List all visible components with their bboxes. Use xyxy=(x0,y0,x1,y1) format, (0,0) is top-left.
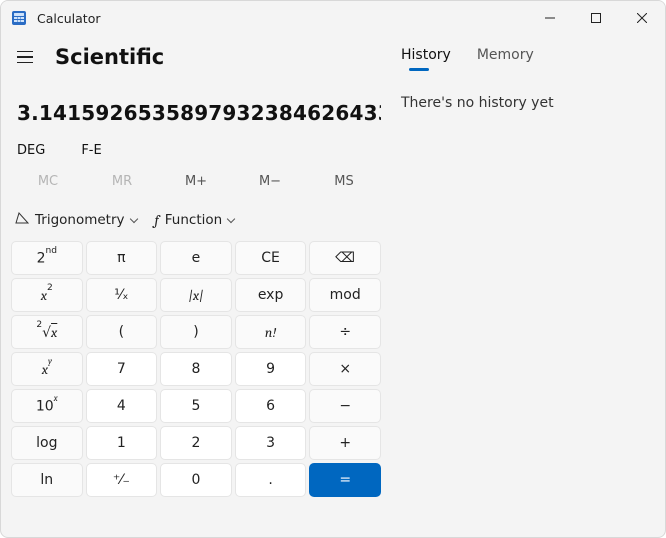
memory-recall-button[interactable]: MR xyxy=(85,168,159,195)
digit-8-button[interactable]: 8 xyxy=(160,352,232,386)
digit-2-button[interactable]: 2 xyxy=(160,426,232,460)
angle-row: DEG F-E xyxy=(11,135,381,158)
close-paren-button[interactable]: ) xyxy=(160,315,232,349)
tab-memory[interactable]: Memory xyxy=(477,47,534,69)
tabs: History Memory xyxy=(401,47,647,69)
digit-3-button[interactable]: 3 xyxy=(235,426,307,460)
window-controls xyxy=(527,1,665,35)
left-pane: Scientific 3.141592653589793238462643383… xyxy=(1,35,391,537)
memory-plus-button[interactable]: M+ xyxy=(159,168,233,195)
angle-deg-button[interactable]: DEG xyxy=(17,143,45,158)
backspace-button[interactable]: ⌫ xyxy=(309,241,381,275)
ln-button[interactable]: ln xyxy=(11,463,83,497)
function-row: Trigonometry f Function xyxy=(11,201,381,237)
fe-button[interactable]: F-E xyxy=(81,143,101,158)
function-dropdown[interactable]: f Function xyxy=(155,211,235,229)
calculator-window: Calculator Scientific 3.1415926535897932… xyxy=(0,0,666,538)
function-icon: f xyxy=(155,211,159,229)
digit-4-button[interactable]: 4 xyxy=(86,389,158,423)
factorial-button[interactable]: n! xyxy=(235,315,307,349)
ten-power-button[interactable]: 10x xyxy=(11,389,83,423)
log-button[interactable]: log xyxy=(11,426,83,460)
root-button[interactable]: 2√x xyxy=(11,315,83,349)
close-button[interactable] xyxy=(619,1,665,35)
header-row: Scientific xyxy=(11,35,381,79)
mod-button[interactable]: mod xyxy=(309,278,381,312)
negate-button[interactable]: ⁺⁄₋ xyxy=(86,463,158,497)
equals-button[interactable]: = xyxy=(309,463,381,497)
chevron-down-icon xyxy=(129,214,137,222)
clear-entry-button[interactable]: CE xyxy=(235,241,307,275)
titlebar: Calculator xyxy=(1,1,665,35)
mode-title: Scientific xyxy=(55,45,164,69)
calculator-icon xyxy=(11,10,27,26)
subtract-button[interactable]: − xyxy=(309,389,381,423)
trigonometry-label: Trigonometry xyxy=(35,212,125,228)
pi-button[interactable]: π xyxy=(86,241,158,275)
digit-7-button[interactable]: 7 xyxy=(86,352,158,386)
square-button[interactable]: x2 xyxy=(11,278,83,312)
digit-1-button[interactable]: 1 xyxy=(86,426,158,460)
angle-icon xyxy=(15,212,29,228)
digit-5-button[interactable]: 5 xyxy=(160,389,232,423)
chevron-down-icon xyxy=(227,214,235,222)
history-empty-text: There's no history yet xyxy=(401,77,647,111)
second-button[interactable]: 2nd xyxy=(11,241,83,275)
menu-icon[interactable] xyxy=(17,51,41,64)
digit-6-button[interactable]: 6 xyxy=(235,389,307,423)
decimal-button[interactable]: . xyxy=(235,463,307,497)
keypad: 2nd π e CE ⌫ x2 ¹⁄ₓ |x| exp mod 2√x ( ) … xyxy=(11,237,381,497)
reciprocal-button[interactable]: ¹⁄ₓ xyxy=(86,278,158,312)
divide-button[interactable]: ÷ xyxy=(309,315,381,349)
memory-minus-button[interactable]: M− xyxy=(233,168,307,195)
digit-9-button[interactable]: 9 xyxy=(235,352,307,386)
power-button[interactable]: xy xyxy=(11,352,83,386)
open-paren-button[interactable]: ( xyxy=(86,315,158,349)
display-output: 3.1415926535897932384626433832795 xyxy=(11,79,381,135)
memory-store-button[interactable]: MS xyxy=(307,168,381,195)
function-label: Function xyxy=(165,212,222,228)
memory-row: MC MR M+ M− MS xyxy=(11,158,381,201)
maximize-button[interactable] xyxy=(573,1,619,35)
e-button[interactable]: e xyxy=(160,241,232,275)
backspace-icon: ⌫ xyxy=(335,250,355,266)
memory-clear-button[interactable]: MC xyxy=(11,168,85,195)
minimize-button[interactable] xyxy=(527,1,573,35)
exp-button[interactable]: exp xyxy=(235,278,307,312)
abs-button[interactable]: |x| xyxy=(160,278,232,312)
add-button[interactable]: + xyxy=(309,426,381,460)
digit-0-button[interactable]: 0 xyxy=(160,463,232,497)
multiply-button[interactable]: × xyxy=(309,352,381,386)
body: Scientific 3.141592653589793238462643383… xyxy=(1,35,665,537)
trigonometry-dropdown[interactable]: Trigonometry xyxy=(15,212,137,228)
right-pane: History Memory There's no history yet xyxy=(391,35,665,537)
app-title: Calculator xyxy=(37,11,100,26)
tab-history[interactable]: History xyxy=(401,47,451,69)
